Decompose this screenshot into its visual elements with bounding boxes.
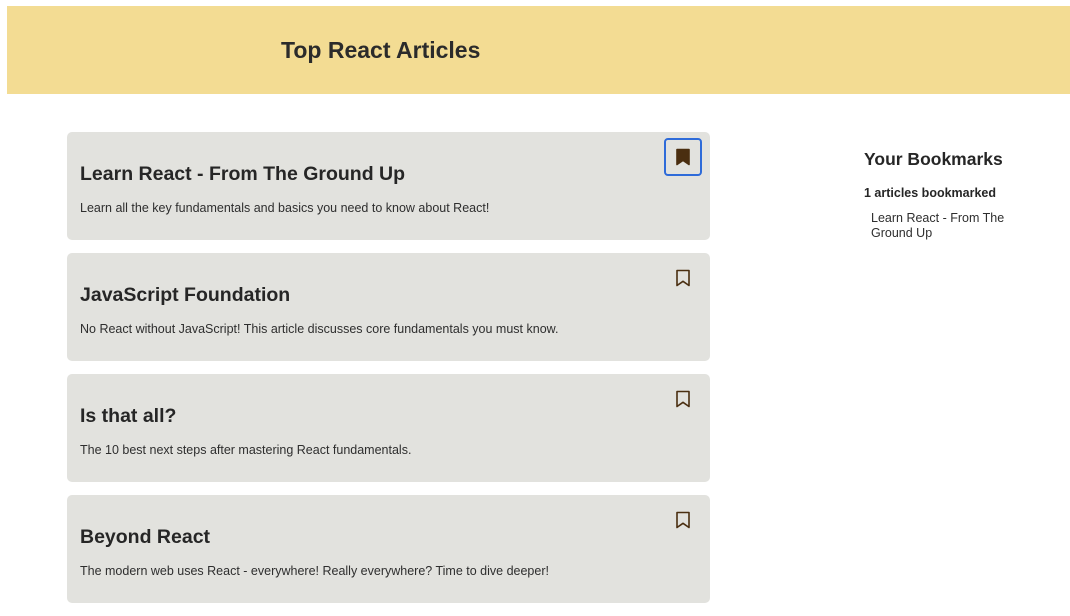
bookmark-outline-icon (676, 390, 690, 408)
article-description: The modern web uses React - everywhere! … (80, 564, 549, 578)
article-card: Learn React - From The Ground Up Learn a… (67, 132, 710, 240)
article-description: Learn all the key fundamentals and basic… (80, 201, 490, 215)
article-card: JavaScript Foundation No React without J… (67, 253, 710, 361)
sidebar-title: Your Bookmarks (864, 149, 1003, 169)
page-title: Top React Articles (281, 37, 481, 63)
bookmark-outline-icon (676, 511, 690, 529)
bookmark-button[interactable] (664, 259, 702, 297)
article-card: Beyond React The modern web uses React -… (67, 495, 710, 603)
article-title: Beyond React (80, 526, 211, 548)
bookmarks-sidebar: Your Bookmarks 1 articles bookmarked Lea… (864, 148, 1044, 241)
bookmark-button[interactable] (664, 501, 702, 539)
bookmark-list-item: Learn React - From The Ground Up (871, 211, 1005, 240)
page-header: Top React Articles (7, 6, 1070, 94)
article-title: Is that all? (80, 405, 177, 427)
bookmark-button[interactable] (664, 380, 702, 418)
bookmark-count: 1 articles bookmarked (864, 186, 997, 200)
bookmark-list: Learn React - From The Ground Up (864, 211, 1044, 241)
article-card: Is that all? The 10 best next steps afte… (67, 374, 710, 482)
article-description: No React without JavaScript! This articl… (80, 322, 559, 336)
article-title: Learn React - From The Ground Up (80, 163, 406, 185)
bookmark-outline-icon (676, 269, 690, 287)
article-description: The 10 best next steps after mastering R… (80, 443, 412, 457)
article-title: JavaScript Foundation (80, 284, 291, 306)
article-list: Learn React - From The Ground Up Learn a… (67, 132, 710, 616)
bookmark-filled-icon (676, 148, 690, 166)
bookmark-button[interactable] (664, 138, 702, 176)
